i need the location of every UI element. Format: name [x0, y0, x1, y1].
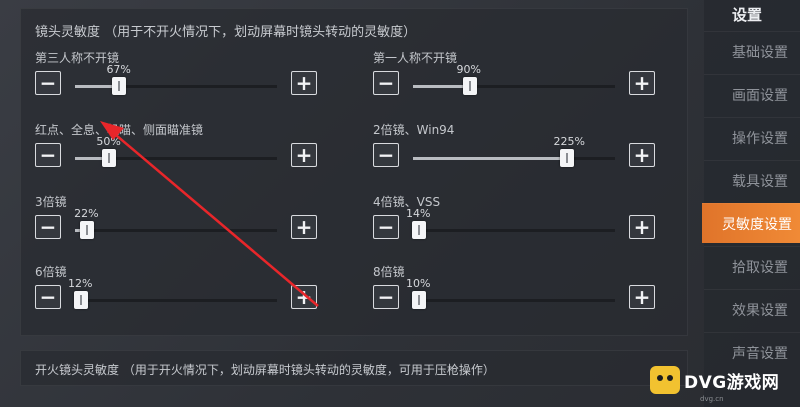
increase-button[interactable]: +: [629, 285, 655, 309]
slider-thumb[interactable]: [112, 77, 127, 95]
slider-value: 14%: [406, 207, 431, 220]
fire-sensitivity-title: 开火镜头灵敏度 （用于开火情况下，划动屏幕时镜头转动的灵敏度，可用于压枪操作）: [35, 363, 495, 377]
plus-icon: +: [295, 215, 313, 239]
slider-label: 3倍镜: [35, 195, 67, 209]
decrease-button[interactable]: −: [373, 71, 399, 95]
slider-value: 225%: [553, 135, 585, 148]
increase-button[interactable]: +: [291, 285, 317, 309]
slider-row: 第三人称不开镜 −67% +: [35, 49, 335, 109]
slider-row: 2倍镜、Win94 − 225% +: [373, 121, 673, 181]
minus-icon: −: [377, 285, 395, 309]
minus-icon: −: [39, 215, 57, 239]
minus-icon: −: [377, 143, 395, 167]
slider-track[interactable]: [75, 299, 277, 302]
slider-row: 4倍镜、VSS −14% +: [373, 193, 673, 253]
minus-icon: −: [377, 215, 395, 239]
slider-value: 50%: [96, 135, 121, 148]
watermark-url: dvg.cn: [700, 395, 724, 403]
increase-button[interactable]: +: [629, 143, 655, 167]
slider-thumb[interactable]: [74, 291, 89, 309]
increase-button[interactable]: +: [629, 71, 655, 95]
watermark-text: DVG游戏网: [684, 372, 780, 393]
sidebar-item-label: 画面设置: [732, 87, 788, 104]
decrease-button[interactable]: −: [35, 143, 61, 167]
slider-fill: [413, 157, 567, 160]
sidebar-item-label: 载具设置: [732, 173, 788, 190]
plus-icon: +: [633, 215, 651, 239]
slider-thumb[interactable]: [462, 77, 477, 95]
slider-value: 67%: [106, 63, 131, 76]
decrease-button[interactable]: −: [373, 215, 399, 239]
plus-icon: +: [295, 71, 313, 95]
sensitivity-panel: 镜头灵敏度 （用于不开火情况下，划动屏幕时镜头转动的灵敏度） 第三人称不开镜 −6…: [20, 8, 688, 336]
increase-button[interactable]: +: [291, 215, 317, 239]
slider-value: 22%: [74, 207, 99, 220]
slider-label: 6倍镜: [35, 265, 67, 279]
sidebar-item-label: 拾取设置: [732, 259, 788, 276]
slider-thumb[interactable]: [412, 291, 427, 309]
sidebar-item-basic[interactable]: 基础设置: [704, 31, 800, 71]
slider-thumb[interactable]: [80, 221, 95, 239]
slider-label: 第一人称不开镜: [373, 51, 458, 65]
plus-icon: +: [295, 143, 313, 167]
slider-track[interactable]: [413, 157, 615, 160]
settings-sidebar: 设置 基础设置 画面设置 操作设置 载具设置 灵敏度设置 拾取设置 效果设置 声…: [702, 0, 800, 407]
decrease-button[interactable]: −: [35, 71, 61, 95]
slider-label: 8倍镜: [373, 265, 405, 279]
minus-icon: −: [39, 285, 57, 309]
minus-icon: −: [39, 143, 57, 167]
minus-icon: −: [377, 71, 395, 95]
slider-thumb[interactable]: [102, 149, 117, 167]
slider-value: 10%: [406, 277, 431, 290]
slider-track[interactable]: [413, 299, 615, 302]
slider-label: 2倍镜、Win94: [373, 123, 455, 137]
sidebar-item-effects[interactable]: 效果设置: [704, 289, 800, 329]
plus-icon: +: [633, 71, 651, 95]
sidebar-item-controls[interactable]: 操作设置: [704, 117, 800, 157]
sidebar-title: 设置: [732, 6, 763, 24]
decrease-button[interactable]: −: [35, 285, 61, 309]
slider-row: 8倍镜 −10% +: [373, 263, 673, 323]
slider-track[interactable]: [413, 85, 615, 88]
increase-button[interactable]: +: [291, 143, 317, 167]
minus-icon: −: [39, 71, 57, 95]
slider-track[interactable]: [413, 229, 615, 232]
sidebar-item-label: 效果设置: [732, 302, 788, 319]
slider-row: 6倍镜 −12% +: [35, 263, 335, 323]
sidebar-item-label: 基础设置: [732, 44, 788, 61]
plus-icon: +: [633, 143, 651, 167]
slider-fill: [413, 85, 470, 88]
slider-thumb[interactable]: [559, 149, 574, 167]
increase-button[interactable]: +: [629, 215, 655, 239]
slider-row: 红点、全息、机瞄、侧面瞄准镜 −50% +: [35, 121, 335, 181]
sidebar-item-graphics[interactable]: 画面设置: [704, 74, 800, 114]
fire-sensitivity-section[interactable]: 开火镜头灵敏度 （用于开火情况下，划动屏幕时镜头转动的灵敏度，可用于压枪操作）: [20, 350, 688, 386]
slider-track[interactable]: [75, 85, 277, 88]
gamepad-icon: [650, 366, 680, 394]
plus-icon: +: [295, 285, 313, 309]
slider-row: 3倍镜 − 22% +: [35, 193, 335, 253]
sidebar-item-pickup[interactable]: 拾取设置: [704, 246, 800, 286]
sidebar-item-sensitivity[interactable]: 灵敏度设置: [702, 203, 800, 243]
plus-icon: +: [633, 285, 651, 309]
sidebar-item-vehicle[interactable]: 载具设置: [704, 160, 800, 200]
slider-thumb[interactable]: [412, 221, 427, 239]
decrease-button[interactable]: −: [373, 285, 399, 309]
increase-button[interactable]: +: [291, 71, 317, 95]
sidebar-item-label: 操作设置: [732, 130, 788, 147]
panel-title: 镜头灵敏度 （用于不开火情况下，划动屏幕时镜头转动的灵敏度）: [35, 25, 417, 40]
slider-value: 12%: [68, 277, 93, 290]
decrease-button[interactable]: −: [373, 143, 399, 167]
watermark-logo: DVG游戏网: [650, 360, 796, 400]
decrease-button[interactable]: −: [35, 215, 61, 239]
slider-value: 90%: [456, 63, 481, 76]
sidebar-item-label: 灵敏度设置: [722, 216, 792, 233]
slider-track[interactable]: [75, 229, 277, 232]
slider-row: 第一人称不开镜 − 90% +: [373, 49, 673, 109]
